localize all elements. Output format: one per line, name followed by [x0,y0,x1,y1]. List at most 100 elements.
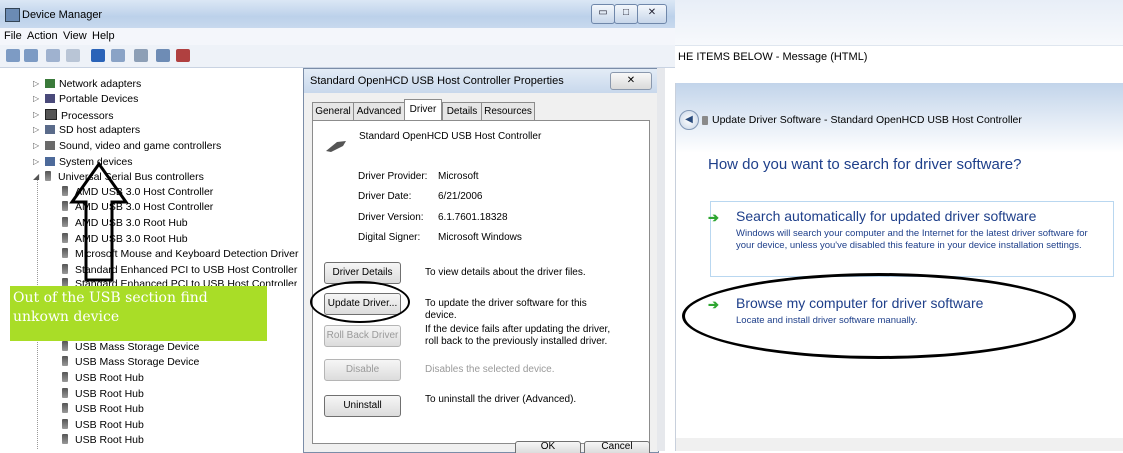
show-hide-tree-icon[interactable] [46,49,60,62]
menu-file[interactable]: File [4,30,22,42]
portable-device-icon [45,94,55,103]
update-driver-desc: To update the driver software for this d… [425,298,587,321]
tree-item-usb[interactable]: USB Root Hub [62,372,144,384]
usb-icon [62,341,68,351]
menu-view[interactable]: View [63,30,87,42]
tree-item-usb[interactable]: USB Root Hub [62,434,144,446]
disable-button[interactable]: Disable [324,359,401,381]
highlight-ellipse [682,273,1076,359]
tree-item-usb[interactable]: USB Mass Storage Device [62,356,199,368]
field-label: Driver Provider: [358,171,428,182]
forward-icon[interactable] [24,49,38,62]
tree-item-usb[interactable]: USB Mass Storage Device [62,341,199,353]
uninstall-icon[interactable] [176,49,190,62]
menu-action[interactable]: Action [27,30,58,42]
tree-category-network-adapters[interactable]: Network adapters [45,78,141,90]
update-driver-wizard: ◀ Update Driver Software - Standard Open… [675,83,1123,451]
highlight-ellipse [310,281,410,323]
field-value: Microsoft [438,171,479,182]
field-value: 6.1.7601.18328 [438,212,508,223]
help-icon[interactable] [91,49,105,62]
disable-desc: Disables the selected device. [425,364,555,375]
usb-icon [62,356,68,366]
properties-close-button[interactable]: ✕ [610,72,652,90]
field-label: Driver Date: [358,191,412,202]
roll-back-desc: If the device fails after updating the d… [425,324,611,347]
update-driver-icon[interactable] [156,49,170,62]
collapse-icon[interactable]: ◢ [33,172,39,181]
message-ribbon [675,0,1123,45]
system-device-icon [45,157,55,166]
ok-button[interactable]: OK [515,441,581,453]
usb-icon [62,388,68,398]
processor-icon [45,109,57,120]
tab-driver[interactable]: Driver [404,99,442,121]
field-value: Microsoft Windows [438,232,522,243]
message-title: HE ITEMS BELOW - Message (HTML) [678,51,868,63]
usb-icon [62,372,68,382]
wizard-title: Update Driver Software - Standard OpenHC… [712,114,1022,126]
usb-icon [62,419,68,429]
network-adapter-icon [45,79,55,88]
green-arrow-icon: ➔ [708,210,719,225]
close-button[interactable]: ✕ [637,4,667,24]
field-label: Driver Version: [358,212,424,223]
tree-item-usb[interactable]: USB Root Hub [62,403,144,415]
device-manager-title: Device Manager [22,9,103,21]
menu-help[interactable]: Help [92,30,115,42]
tree-category-portable-devices[interactable]: Portable Devices [45,93,138,105]
maximize-button[interactable]: □ [614,4,638,24]
view-icon[interactable] [111,49,125,62]
toolbar [0,45,675,68]
tab-general[interactable]: General [312,102,354,120]
field-label: Digital Signer: [358,232,421,243]
expand-icon[interactable]: ▷ [33,157,39,166]
option-description: Windows will search your computer and th… [736,228,1088,251]
up-arrow-annotation [69,161,129,282]
back-arrow-icon[interactable]: ◀ [679,110,699,130]
tree-category-sd-host-adapters[interactable]: SD host adapters [45,124,140,136]
usb-device-icon [326,141,346,152]
back-icon[interactable] [6,49,20,62]
scan-hardware-icon[interactable] [134,49,148,62]
expand-icon[interactable]: ▷ [33,125,39,134]
tree-category-sound[interactable]: Sound, video and game controllers [45,140,221,152]
message-titlebar: HE ITEMS BELOW - Message (HTML) [675,45,1123,68]
tab-resources[interactable]: Resources [481,102,535,120]
device-name: Standard OpenHCD USB Host Controller [359,131,542,142]
wizard-footer [676,438,1123,451]
tree-item-usb[interactable]: USB Root Hub [62,419,144,431]
field-value: 6/21/2006 [438,191,483,202]
tree-item-usb[interactable]: USB Root Hub [62,388,144,400]
roll-back-driver-button[interactable]: Roll Back Driver [324,325,401,347]
tab-advanced[interactable]: Advanced [353,102,405,120]
device-icon [702,116,708,125]
message-window: HE ITEMS BELOW - Message (HTML) ◀ Update… [675,0,1123,451]
callout-text: Out of the USB section find unkown devic… [13,290,208,325]
expand-icon[interactable]: ▷ [33,94,39,103]
minimize-button[interactable]: ▭ [591,4,615,24]
device-manager-icon [5,8,20,22]
sd-host-icon [45,125,55,134]
expand-icon[interactable]: ▷ [33,141,39,150]
menu-bar: File Action View Help [0,28,675,45]
tab-details[interactable]: Details [442,102,482,120]
instruction-callout: Out of the USB section find unkown devic… [10,286,267,341]
uninstall-button[interactable]: Uninstall [324,395,401,417]
option-heading: Search automatically for updated driver … [736,208,1037,224]
usb-icon [45,171,51,181]
usb-icon [62,434,68,444]
device-manager-titlebar: Device Manager ▭ □ ✕ [0,0,675,29]
properties-icon[interactable] [66,49,80,62]
properties-dialog: Standard OpenHCD USB Host Controller Pro… [303,68,659,453]
cancel-button[interactable]: Cancel [584,441,650,453]
wizard-question: How do you want to search for driver sof… [708,156,1022,173]
properties-titlebar: Standard OpenHCD USB Host Controller Pro… [304,69,658,93]
properties-title: Standard OpenHCD USB Host Controller Pro… [310,75,564,87]
expand-icon[interactable]: ▷ [33,110,39,119]
tree-category-processors[interactable]: Processors [45,109,114,122]
search-automatically-option[interactable]: ➔ Search automatically for updated drive… [708,208,1116,268]
expand-icon[interactable]: ▷ [33,79,39,88]
splitter[interactable] [657,68,665,451]
usb-icon [62,403,68,413]
